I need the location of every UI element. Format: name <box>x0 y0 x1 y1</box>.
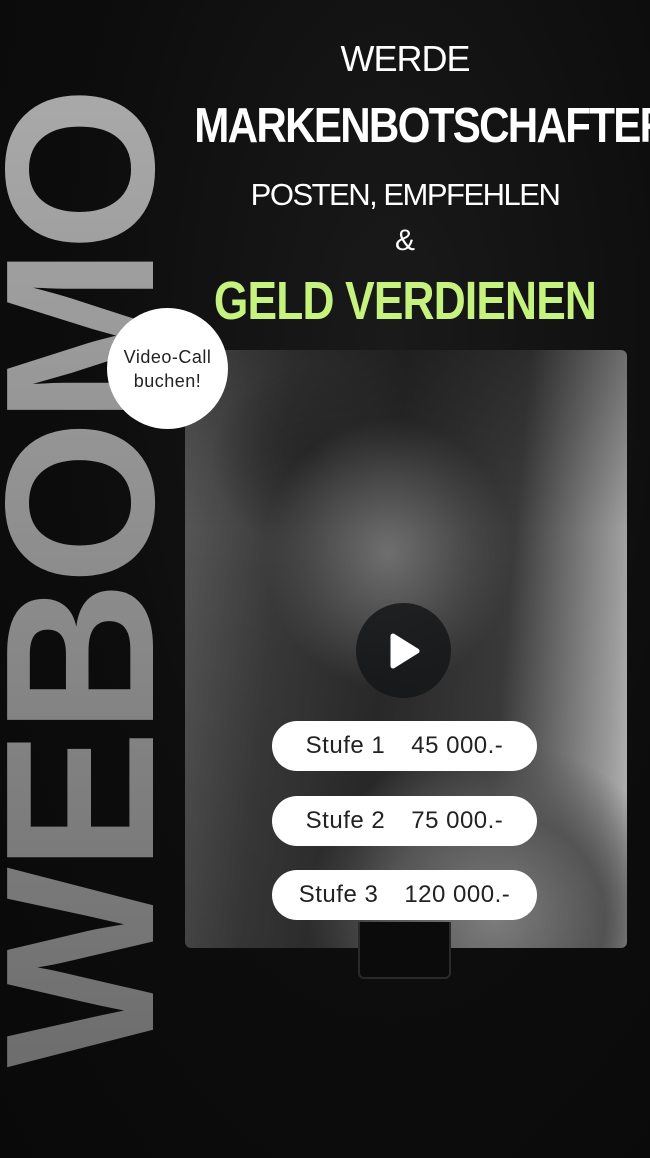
tier-price: 120 000.- <box>404 881 511 908</box>
play-icon <box>390 633 419 668</box>
tier-label: Stufe 3 <box>298 881 379 908</box>
headline-posten-empfehlen: POSTEN, EMPFEHLEN <box>250 177 561 212</box>
tier-price: 75 000.- <box>411 807 504 834</box>
brand-wordmark-container: WEBOMO <box>0 0 160 1158</box>
tier-label: Stufe 2 <box>305 807 386 834</box>
tier-price: 45 000.- <box>411 732 504 759</box>
headline-ampersand: & <box>394 224 415 257</box>
video-call-label-line1: Video-Call <box>123 346 212 367</box>
tier-1-button[interactable]: Stufe 1 45 000.- <box>272 721 537 771</box>
tier-label: Stufe 1 <box>305 732 386 759</box>
tier-2-button[interactable]: Stufe 2 75 000.- <box>272 796 537 846</box>
headline-geld-verdienen: GELD VERDIENEN <box>213 271 597 331</box>
headline-markenbotschafter: MARKENBOTSCHAFTER <box>194 99 650 153</box>
phone-frame-tab <box>358 922 451 979</box>
video-call-button[interactable]: Video-Call buchen! <box>107 308 228 429</box>
tier-3-button[interactable]: Stufe 3 120 000.- <box>272 870 537 920</box>
video-call-label-line2: buchen! <box>133 370 202 391</box>
brand-wordmark: WEBOMO <box>0 91 160 1068</box>
play-button[interactable] <box>356 603 451 698</box>
headline-werde: WERDE <box>340 38 471 79</box>
